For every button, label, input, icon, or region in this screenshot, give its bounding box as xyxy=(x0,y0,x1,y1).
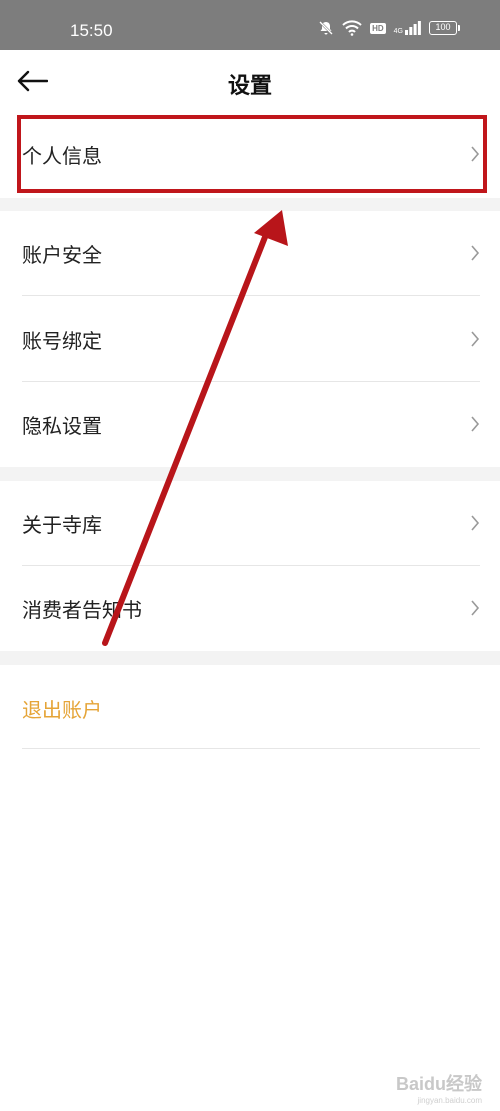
watermark-logo: Baidu经验 xyxy=(395,1074,482,1094)
annotation-arrow xyxy=(102,210,288,646)
watermark: Baidu经验 jingyan.baidu.com xyxy=(396,1070,482,1105)
watermark-url: jingyan.baidu.com xyxy=(417,1096,482,1105)
